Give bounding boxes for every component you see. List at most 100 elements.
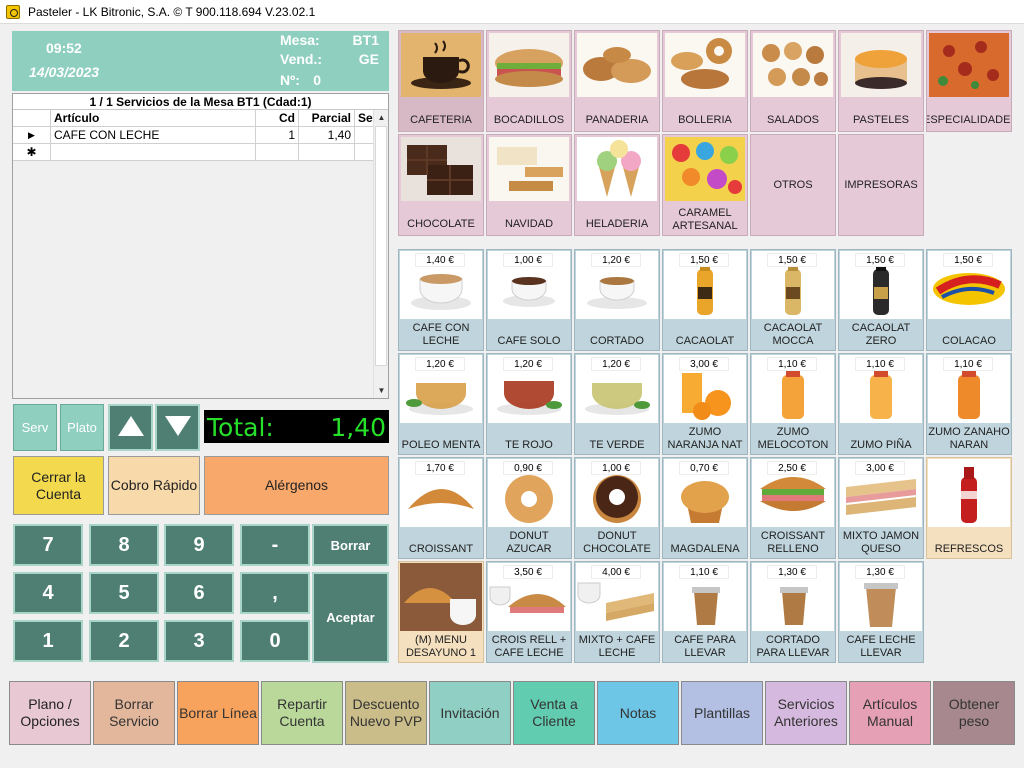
venta-a-cliente-button[interactable]: Venta a Cliente xyxy=(513,681,595,745)
key-comma[interactable]: , xyxy=(240,572,310,614)
product-label: REFRESCOS xyxy=(934,543,1004,555)
descuento-nuevo-pvp-button[interactable]: Descuento Nuevo PVP xyxy=(345,681,427,745)
row-se[interactable] xyxy=(355,127,375,144)
key-9[interactable]: 9 xyxy=(164,524,234,566)
plantillas-button[interactable]: Plantillas xyxy=(681,681,763,745)
product-colacao[interactable]: 1,50 € COLACAO xyxy=(926,249,1012,351)
scroll-thumb[interactable] xyxy=(375,126,387,366)
product-poleo-menta[interactable]: 1,20 € POLEO MENTA xyxy=(398,353,484,455)
family-especialidades[interactable]: ESPECIALIDADES xyxy=(926,30,1012,132)
cerrar-cuenta-button[interactable]: Cerrar la Cuenta xyxy=(13,456,104,515)
notas-button[interactable]: Notas xyxy=(597,681,679,745)
product-te-rojo[interactable]: 1,20 € TE ROJO xyxy=(486,353,572,455)
table-row[interactable]: ▶ CAFE CON LECHE 1 1,40 xyxy=(13,127,375,144)
key-3[interactable]: 3 xyxy=(164,620,234,662)
move-down-button[interactable] xyxy=(155,404,200,451)
family-chocolate[interactable]: CHOCOLATE xyxy=(398,134,484,236)
key-2[interactable]: 2 xyxy=(89,620,159,662)
column-header-parcial[interactable]: Parcial xyxy=(299,110,355,127)
plato-button[interactable]: Plato xyxy=(60,404,104,451)
product-mixto-cafe-leche[interactable]: 4,00 € MIXTO + CAFE LECHE xyxy=(574,561,660,663)
new-row-marker: ✱ xyxy=(13,144,51,161)
family-navidad[interactable]: NAVIDAD xyxy=(486,134,572,236)
row-cantidad[interactable]: 1 xyxy=(256,127,299,144)
family-pasteles[interactable]: PASTELES xyxy=(838,30,924,132)
key-0[interactable]: 0 xyxy=(240,620,310,662)
key-6[interactable]: 6 xyxy=(164,572,234,614)
family-salados[interactable]: SALADOS xyxy=(750,30,836,132)
column-header-se[interactable]: Se xyxy=(355,110,375,127)
aceptar-button[interactable]: Aceptar xyxy=(312,572,389,663)
product-cacaolat-zero[interactable]: 1,50 € CACAOLAT ZERO xyxy=(838,249,924,351)
product-zumo-pina[interactable]: 1,10 € ZUMO PIÑA xyxy=(838,353,924,455)
new-row-parcial[interactable] xyxy=(299,144,355,161)
invitacion-button[interactable]: Invitación xyxy=(429,681,511,745)
servicios-anteriores-button[interactable]: Servicios Anteriores xyxy=(765,681,847,745)
title-bar: Pasteler - LK Bitronic, S.A. © T 900.118… xyxy=(0,0,1024,24)
product-cafe-con-leche[interactable]: 1,40 € CAFE CON LECHE xyxy=(398,249,484,351)
borrar-servicio-button[interactable]: Borrar Servicio xyxy=(93,681,175,745)
product-donut-azucar[interactable]: 0,90 € DONUT AZUCAR xyxy=(486,457,572,559)
product-menu-desayuno-1[interactable]: (M) MENU DESAYUNO 1 xyxy=(398,561,484,663)
product-cafe-leche-llevar[interactable]: 1,30 € CAFE LECHE LLEVAR xyxy=(838,561,924,663)
product-cafe-para-llevar[interactable]: 1,10 € CAFE PARA LLEVAR xyxy=(662,561,748,663)
product-te-verde[interactable]: 1,20 € TE VERDE xyxy=(574,353,660,455)
product-cafe-solo[interactable]: 1,00 € CAFE SOLO xyxy=(486,249,572,351)
key-4[interactable]: 4 xyxy=(13,572,83,614)
family-bolleria[interactable]: BOLLERIA xyxy=(662,30,748,132)
product-label: CACAOLAT MOCCA xyxy=(763,322,823,347)
product-croissant-relleno[interactable]: 2,50 € CROISSANT RELLENO xyxy=(750,457,836,559)
product-crois-rell-cafe-leche[interactable]: 3,50 € CROIS RELL + CAFE LECHE xyxy=(486,561,572,663)
column-header-articulo[interactable]: Artículo xyxy=(51,110,256,127)
new-row[interactable]: ✱ xyxy=(13,144,375,161)
borrar-button[interactable]: Borrar xyxy=(312,524,389,566)
family-cafeteria[interactable]: CAFETERIA xyxy=(398,30,484,132)
borrar-linea-button[interactable]: Borrar Línea xyxy=(177,681,259,745)
key-5[interactable]: 5 xyxy=(89,572,159,614)
family-impresoras[interactable]: IMPRESORAS xyxy=(838,134,924,236)
key-1[interactable]: 1 xyxy=(13,620,83,662)
family-heladeria[interactable]: HELADERIA xyxy=(574,134,660,236)
product-donut-chocolate[interactable]: 1,00 € DONUT CHOCOLATE xyxy=(574,457,660,559)
key-8[interactable]: 8 xyxy=(89,524,159,566)
new-row-se[interactable] xyxy=(355,144,375,161)
scroll-up-icon[interactable]: ▲ xyxy=(374,110,389,125)
family-otros[interactable]: OTROS xyxy=(750,134,836,236)
product-cacaolat[interactable]: 1,50 € CACAOLAT xyxy=(662,249,748,351)
obtener-peso-button[interactable]: Obtener peso xyxy=(933,681,1015,745)
serv-button[interactable]: Serv xyxy=(13,404,57,451)
alergenos-button[interactable]: Alérgenos xyxy=(204,456,389,515)
scroll-down-icon[interactable]: ▼ xyxy=(374,383,389,398)
repartir-cuenta-button[interactable]: Repartir Cuenta xyxy=(261,681,343,745)
product-cacaolat-mocca[interactable]: 1,50 € CACAOLAT MOCCA xyxy=(750,249,836,351)
product-mixto-jamon-queso[interactable]: 3,00 € MIXTO JAMON QUESO xyxy=(838,457,924,559)
pastry-icon xyxy=(665,33,745,97)
product-croissant[interactable]: 1,70 € CROISSANT xyxy=(398,457,484,559)
cobro-rapido-button[interactable]: Cobro Rápido xyxy=(108,456,200,515)
product-cortado-para-llevar[interactable]: 1,30 € CORTADO PARA LLEVAR xyxy=(750,561,836,663)
column-header-cd[interactable]: Cd xyxy=(256,110,299,127)
move-up-button[interactable] xyxy=(108,404,153,451)
product-cortado[interactable]: 1,20 € CORTADO xyxy=(574,249,660,351)
family-label: SALADOS xyxy=(767,114,819,126)
family-panaderia[interactable]: PANADERIA xyxy=(574,30,660,132)
product-zumo-melocoton[interactable]: 1,10 € ZUMO MELOCOTON xyxy=(750,353,836,455)
order-lines-grid[interactable]: 1 / 1 Servicios de la Mesa BT1 (Cdad:1) … xyxy=(12,93,389,399)
grid-scrollbar[interactable]: ▲ ▼ xyxy=(373,110,388,398)
product-zumo-zanaho-naran[interactable]: 1,10 € ZUMO ZANAHO NARAN xyxy=(926,353,1012,455)
articulos-manual-button[interactable]: Artículos Manual xyxy=(849,681,931,745)
row-parcial[interactable]: 1,40 xyxy=(299,127,355,144)
row-articulo[interactable]: CAFE CON LECHE xyxy=(51,127,256,144)
ice-cream-icon xyxy=(577,137,657,201)
key-7[interactable]: 7 xyxy=(13,524,83,566)
key-minus[interactable]: - xyxy=(240,524,310,566)
family-caramel-artesanal[interactable]: CARAMEL ARTESANAL xyxy=(662,134,748,236)
new-row-articulo[interactable] xyxy=(51,144,256,161)
family-bocadillos[interactable]: BOCADILLOS xyxy=(486,30,572,132)
new-row-cantidad[interactable] xyxy=(256,144,299,161)
product-zumo-naranja-nat[interactable]: 3,00 € ZUMO NARANJA NAT xyxy=(662,353,748,455)
product-price: 2,50 € xyxy=(767,461,817,475)
product-magdalena[interactable]: 0,70 € MAGDALENA xyxy=(662,457,748,559)
plano-opciones-button[interactable]: Plano / Opciones xyxy=(9,681,91,745)
product-refrescos[interactable]: REFRESCOS xyxy=(926,457,1012,559)
